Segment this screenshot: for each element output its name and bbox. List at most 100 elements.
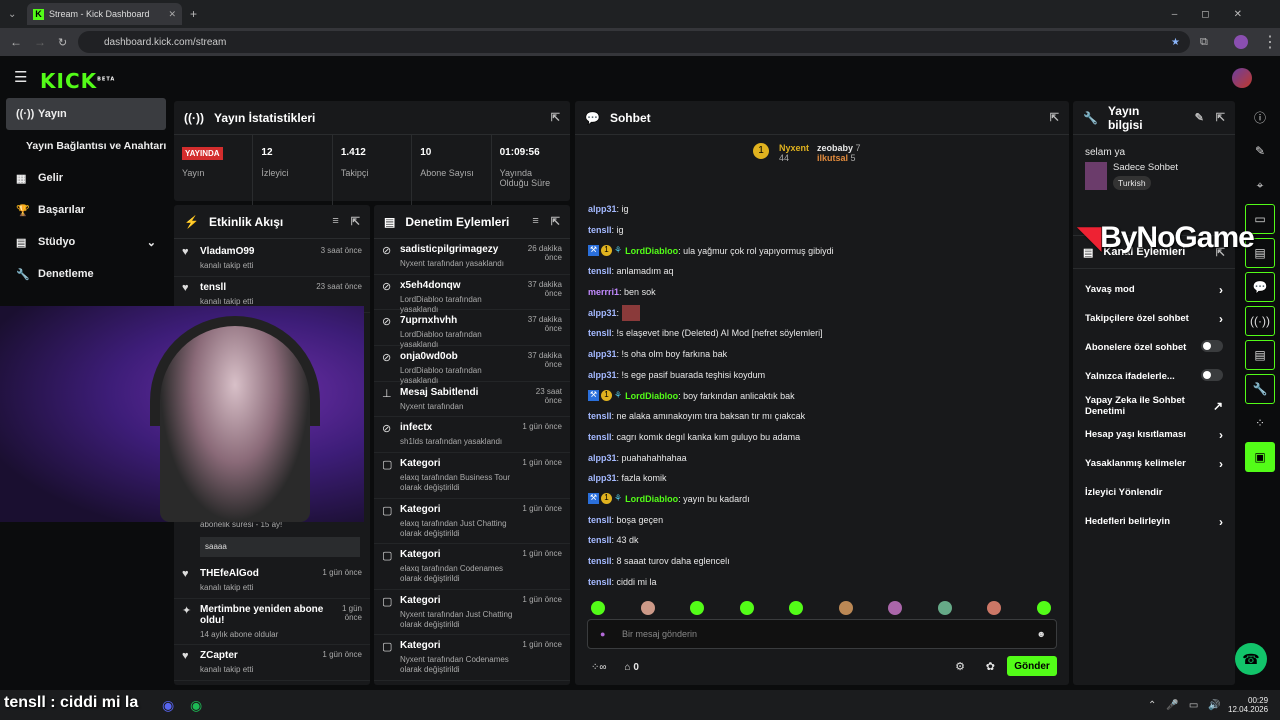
channel-action-item[interactable]: Hesap yaşı kısıtlaması › [1073, 420, 1235, 449]
settings-gear-icon[interactable]: ⚙ [955, 660, 965, 673]
menu-kebab-icon[interactable]: ⋮ [1262, 32, 1278, 52]
app-icon[interactable]: ▣ [1245, 442, 1275, 472]
emote-bar [591, 601, 1051, 615]
tab-list-icon[interactable]: ⌄ [8, 9, 16, 20]
send-button[interactable]: Gönder [1007, 656, 1057, 676]
channel-action-item[interactable]: İzleyici Yönlendir [1073, 478, 1235, 507]
window-controls[interactable]: –◻✕ [1172, 9, 1266, 20]
channel-action-item[interactable]: Yavaş mod › [1073, 275, 1235, 304]
emote-icon[interactable] [789, 601, 804, 615]
webcam-overlay [0, 306, 364, 522]
wrench-icon[interactable]: 🔧 [1245, 374, 1275, 404]
filter-icon[interactable]: ≡ [532, 215, 538, 228]
emote-icon[interactable] [1036, 601, 1051, 615]
emote-icon[interactable] [937, 601, 952, 615]
channel-action-item[interactable]: Hedefleri belirleyin › [1073, 507, 1235, 536]
category-icon: ▢ [382, 459, 393, 472]
app-header: ☰ [0, 56, 1280, 98]
support-button[interactable]: ☎ [1235, 643, 1267, 675]
emote-icon[interactable] [888, 601, 903, 615]
toggle-switch[interactable] [1201, 369, 1223, 381]
moderation-icon[interactable]: ▤ [1245, 340, 1275, 370]
filter-icon[interactable]: ≡ [332, 215, 338, 228]
discord-icon[interactable]: ◉ [162, 697, 174, 714]
channel-action-item[interactable]: Yasaklanmış kelimeler › [1073, 449, 1235, 478]
category-icon: ▢ [382, 641, 393, 654]
info-icon[interactable]: ⓘ [1245, 102, 1275, 132]
heart-icon: ♥ [182, 568, 189, 580]
activity-item: ♥ THEfeAlGod kanalı takip etti 1 gün önce [174, 563, 370, 599]
profile-avatar[interactable] [1234, 35, 1248, 49]
bookmark-star-icon[interactable]: ★ [1171, 37, 1180, 48]
browser-tab[interactable]: K Stream - Kick Dashboard ✕ [27, 3, 182, 25]
popout-icon[interactable]: ⇱ [551, 215, 560, 228]
sidebar-item-basarilar[interactable]: 🏆 Başarılar [0, 194, 172, 226]
edit-icon[interactable]: ✎ [1245, 136, 1275, 166]
channel-action-item[interactable]: Abonelere özel sohbet [1073, 333, 1235, 362]
emote-icon[interactable] [640, 601, 655, 615]
gift-icon[interactable]: ✿ [986, 660, 995, 673]
chat-icon[interactable]: 💬 [1245, 272, 1275, 302]
document-icon: ▤ [384, 214, 396, 229]
extensions-icon[interactable]: ⧉ [1200, 36, 1208, 49]
moderation-item: ⊘ 7uprnxhvhh LordDiablоо tarafından yasakl… [374, 310, 570, 349]
emote-icon[interactable] [987, 601, 1002, 615]
moderation-item: ⊘ sadisticpilgrimagezy Nyxent tarafından y… [374, 239, 570, 275]
emote-icon[interactable] [591, 601, 605, 615]
store-icon[interactable]: ⌂ 0 [625, 662, 639, 673]
tag-badge[interactable]: Turkish [1113, 176, 1151, 190]
close-tab-icon[interactable]: ✕ [168, 9, 176, 20]
tray-icons[interactable]: ⌃🎤▭🔊 [1148, 700, 1231, 711]
panel-title: Yayın İstatistikleri [213, 110, 316, 125]
sidebar-item-yayin[interactable]: ((·)) Yayın [6, 98, 166, 130]
channel-action-item[interactable]: Yalnızca ifadelerle... [1073, 362, 1235, 391]
reload-icon[interactable]: ↻ [58, 36, 67, 49]
infinity-icon[interactable]: ⁘∞ [591, 662, 607, 673]
channel-action-item[interactable]: Takipçilere özel sohbet › [1073, 304, 1235, 333]
channel-action-item[interactable]: Yapay Zeka ile Sohbet Denetimi ↗ [1073, 391, 1235, 420]
hamburger-menu-icon[interactable]: ☰ [14, 68, 27, 86]
emote-icon[interactable] [690, 601, 705, 615]
chevron-right-icon: › [1219, 427, 1223, 442]
chat-panel: 💬 Sohbet ⇱ 1 Nyxent 44 zeobaby 7 ilkutsal 5 … [575, 101, 1069, 685]
kick-logo[interactable]: KICKBETA [40, 69, 115, 93]
moderation-item: ▢ Kategori elaxq tarafından Just Chatting … [374, 499, 570, 545]
toggle-switch[interactable] [1201, 340, 1223, 352]
category-thumbnail [1085, 162, 1107, 190]
sidebar-item-stream-key[interactable]: Yayın Bağlantısı ve Anahtarı [0, 130, 172, 162]
sidebar-item-gelir[interactable]: ▦ Gelir [0, 162, 172, 194]
mic-icon[interactable]: ● [600, 629, 605, 639]
broadcast-icon: ((·)) [184, 110, 204, 125]
community-icon[interactable]: ⁘ [1245, 408, 1275, 438]
focus-icon[interactable]: ⌖ [1245, 170, 1275, 200]
right-toolbar: ⓘ ✎ ⌖ ▭ ▤ 💬 ((·)) ▤ 🔧 ⁘ ▣ [1240, 98, 1280, 688]
url-input[interactable]: dashboard.kick.com/stream ★ [78, 31, 1190, 53]
popout-icon[interactable]: ⇱ [351, 215, 360, 228]
chat-message: tensll: ig [588, 225, 624, 236]
external-link-icon: ↗ [1212, 398, 1223, 413]
moderation-item: ⊘ onja0wd0ob LordDiablоо tarafından yasakl… [374, 346, 570, 385]
broadcast-icon[interactable]: ((·)) [1245, 306, 1275, 336]
popout-icon[interactable]: ⇱ [1216, 111, 1225, 124]
chat-message: tensll: 8 saaat turov daha eglencelı [588, 556, 730, 567]
edit-pencil-icon[interactable]: ✎ [1195, 111, 1204, 124]
emote-icon[interactable] [739, 601, 754, 615]
chat-message: tensll: anlamadım aq [588, 266, 674, 277]
chat-input[interactable]: ● Bir mesaj gönderin ☻ [587, 619, 1057, 649]
popout-icon[interactable]: ⇱ [1050, 111, 1059, 124]
stream-info-panel: 🔧 Yayın bilgisi ✎ ⇱ selam ya Sadece Sohbet T… [1073, 101, 1235, 685]
heart-icon: ♥ [182, 650, 189, 662]
sidebar-item-denetleme[interactable]: 🔧 Denetleme [0, 258, 172, 290]
emote-icon[interactable] [838, 601, 853, 615]
sidebar-item-studyo[interactable]: ▤ Stüdyo ⌄ [0, 226, 172, 258]
clock: 00:29 12.04.2026 [1228, 696, 1269, 714]
chat-message: tensll: ciddi mi la [588, 576, 657, 587]
spotify-icon[interactable]: ◉ [190, 697, 202, 714]
back-icon[interactable]: ← [10, 35, 22, 49]
new-tab-icon[interactable]: + [190, 7, 197, 21]
forward-icon[interactable]: → [34, 35, 46, 49]
popout-icon[interactable]: ⇱ [551, 111, 560, 124]
emoji-icon[interactable]: ☻ [1037, 629, 1046, 639]
user-avatar[interactable] [1232, 68, 1252, 88]
chat-message: alpp31: [575, 302, 1069, 323]
